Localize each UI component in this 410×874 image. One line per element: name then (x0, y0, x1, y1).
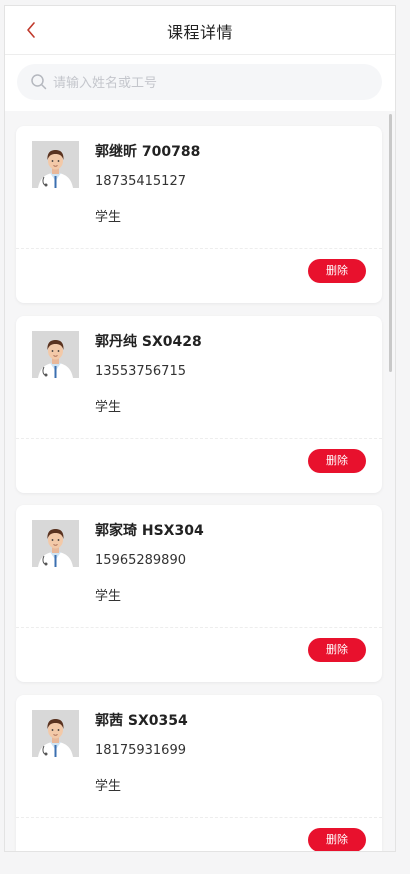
member-name: 郭继昕 700788 (95, 144, 201, 160)
nav-bar: 课程详情 (5, 6, 395, 55)
member-role: 学生 (95, 589, 122, 604)
search-icon (31, 74, 47, 90)
member-name: 郭丹纯 SX0428 (95, 334, 202, 350)
delete-button[interactable]: 删除 (308, 449, 366, 473)
card-divider (16, 627, 382, 628)
card-divider (16, 248, 382, 249)
member-card: 郭丹纯 SX0428 13553756715 学生 删除 (16, 316, 382, 493)
delete-button[interactable]: 删除 (308, 828, 366, 851)
member-phone: 13553756715 (95, 364, 186, 379)
member-card: 郭继昕 700788 18735415127 学生 删除 (16, 126, 382, 303)
avatar (32, 331, 79, 378)
search-bar (5, 55, 395, 111)
page-title: 课程详情 (166, 23, 233, 42)
member-phone: 15965289890 (95, 553, 186, 568)
card-divider (16, 438, 382, 439)
search-box[interactable] (17, 64, 382, 102)
member-phone: 18175931699 (95, 743, 186, 758)
member-role: 学生 (95, 210, 122, 225)
scrollbar[interactable] (389, 114, 392, 372)
avatar (32, 141, 79, 188)
member-card: 郭茜 SX0354 18175931699 学生 删除 (16, 695, 382, 851)
app-screen: 课程详情 请输入姓名或工号 郭继昕 700788 18735415127 学生 … (4, 5, 396, 852)
member-role: 学生 (95, 400, 122, 415)
delete-button[interactable]: 删除 (308, 638, 366, 662)
member-card: 郭家琦 HSX304 15965289890 学生 删除 (16, 505, 382, 682)
delete-button[interactable]: 删除 (308, 259, 366, 283)
avatar (32, 520, 79, 567)
member-name: 郭家琦 HSX304 (95, 523, 204, 539)
member-name: 郭茜 SX0354 (95, 713, 188, 729)
member-phone: 18735415127 (95, 174, 186, 189)
card-divider (16, 817, 382, 818)
search-input[interactable] (51, 64, 375, 102)
member-role: 学生 (95, 779, 122, 794)
avatar (32, 710, 79, 757)
